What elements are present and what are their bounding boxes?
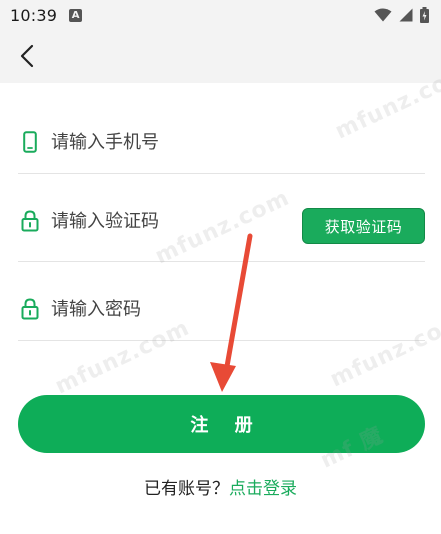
phone-icon: [18, 131, 42, 153]
lock-icon: [18, 210, 42, 232]
code-divider: [18, 261, 425, 262]
status-time: 10:39: [10, 5, 58, 25]
login-prompt-text: 已有账号？: [144, 479, 229, 499]
password-row: [18, 279, 425, 339]
login-prompt: 已有账号？点击登录: [0, 474, 441, 499]
phone-divider: [18, 173, 425, 174]
password-input[interactable]: [51, 294, 425, 324]
phone-row: [18, 112, 425, 172]
password-divider: [18, 340, 425, 341]
notification-icon: A: [69, 8, 83, 22]
battery-icon: [420, 7, 429, 23]
back-button[interactable]: [14, 42, 40, 70]
status-right: [374, 7, 429, 23]
code-input[interactable]: [51, 206, 298, 236]
header: [0, 30, 441, 83]
back-arrow-icon: [20, 44, 34, 68]
wifi-icon: [374, 8, 392, 22]
get-code-button[interactable]: 获取验证码: [302, 208, 425, 244]
code-row: [18, 191, 298, 251]
status-bar: 10:39 A: [0, 0, 441, 30]
register-button[interactable]: 注 册: [18, 395, 425, 453]
lock-icon: [18, 298, 42, 320]
login-link[interactable]: 点击登录: [229, 479, 297, 499]
phone-input[interactable]: [51, 127, 425, 157]
cellular-signal-icon: [399, 8, 413, 22]
